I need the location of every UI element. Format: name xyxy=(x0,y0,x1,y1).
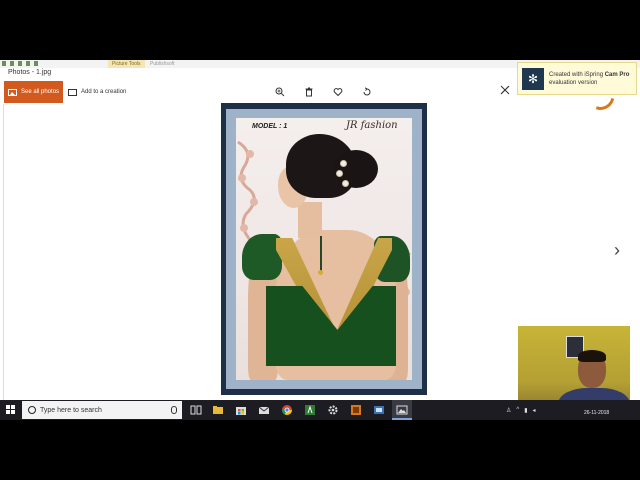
photo-image: MODEL : 1 JR fashion xyxy=(236,118,412,380)
photos-app-icon xyxy=(396,405,408,415)
network-icon[interactable]: ▮ xyxy=(524,407,527,414)
heart-icon[interactable] xyxy=(331,85,345,99)
mail-icon[interactable] xyxy=(258,404,270,416)
edit-icon[interactable] xyxy=(500,85,514,99)
photo-frame: MODEL : 1 JR fashion xyxy=(221,103,427,395)
zoom-in-icon[interactable] xyxy=(273,85,287,99)
publishsoft-tab[interactable]: Publishsoft xyxy=(150,60,174,68)
window-title: Photos - 1.jpg xyxy=(8,69,52,76)
presenter-hair xyxy=(578,350,606,362)
left-window-edge xyxy=(0,104,4,400)
model-hair-bun xyxy=(334,150,378,188)
creation-icon xyxy=(68,88,77,96)
rotate-icon[interactable] xyxy=(360,85,374,99)
brand-logo-text: JR fashion xyxy=(346,120,398,131)
notification-line1-bold: Cam Pro xyxy=(604,71,630,78)
ispring-watermark-notification: ✻ Created with iSpring Cam Pro evaluatio… xyxy=(517,62,637,95)
add-to-creation-label: Add to a creation xyxy=(81,89,127,95)
settings-gear-icon[interactable] xyxy=(327,404,339,416)
start-button-windows-icon[interactable] xyxy=(6,405,16,415)
blouse-tie xyxy=(320,236,322,272)
file-explorer-icon[interactable] xyxy=(212,404,224,416)
cortana-circle-icon xyxy=(28,406,36,414)
see-all-photos-label: See all photos xyxy=(21,89,60,95)
notification-text: Created with iSpring Cam Pro evaluation … xyxy=(549,71,629,87)
system-tray: ♙ ^ ▮ ◂ xyxy=(506,400,536,420)
taskbar-search-box[interactable]: Type here to search xyxy=(22,401,182,419)
photos-icon xyxy=(8,88,17,96)
windows-taskbar: Type here to search ♙ ^ ▮ ◂ 26-11-2018 xyxy=(0,400,640,420)
taskbar-date[interactable]: 26-11-2018 xyxy=(584,410,609,416)
hair-flower-icon xyxy=(340,160,347,167)
ispring-app-icon[interactable] xyxy=(350,404,362,416)
add-to-creation-button[interactable]: Add to a creation xyxy=(68,81,126,103)
picture-tools-tab[interactable]: Picture Tools xyxy=(108,60,145,68)
volume-icon[interactable]: ◂ xyxy=(533,407,536,414)
notification-line1-prefix: Created with iSpring xyxy=(549,71,605,78)
microphone-icon[interactable] xyxy=(171,406,177,414)
hair-flower-icon xyxy=(336,170,343,177)
model-label: MODEL : 1 xyxy=(252,123,288,130)
green-app-icon[interactable] xyxy=(304,404,316,416)
delete-icon[interactable] xyxy=(302,85,316,99)
store-icon[interactable] xyxy=(235,404,247,416)
ispring-logo-icon: ✻ xyxy=(522,67,544,90)
model-neck xyxy=(298,202,322,238)
see-all-photos-button[interactable]: See all photos xyxy=(4,81,63,103)
screen: Picture Tools Publishsoft Photos - 1.jpg… xyxy=(0,60,640,420)
notification-line2: evaluation version xyxy=(549,79,598,86)
photo-mat: MODEL : 1 JR fashion xyxy=(226,109,422,389)
people-icon[interactable]: ♙ xyxy=(506,407,511,414)
chrome-icon[interactable] xyxy=(281,404,293,416)
hair-flower-icon xyxy=(342,180,349,187)
blouse-tassel xyxy=(318,270,323,275)
search-placeholder: Type here to search xyxy=(40,406,102,414)
photos-taskbar-button-active[interactable] xyxy=(392,400,412,420)
task-view-icon[interactable] xyxy=(190,404,202,416)
tray-chevron-icon[interactable]: ^ xyxy=(516,407,519,413)
quick-access-icons[interactable] xyxy=(2,61,42,66)
presentation-app-icon[interactable] xyxy=(373,404,385,416)
next-image-arrow-icon[interactable]: › xyxy=(614,240,628,260)
